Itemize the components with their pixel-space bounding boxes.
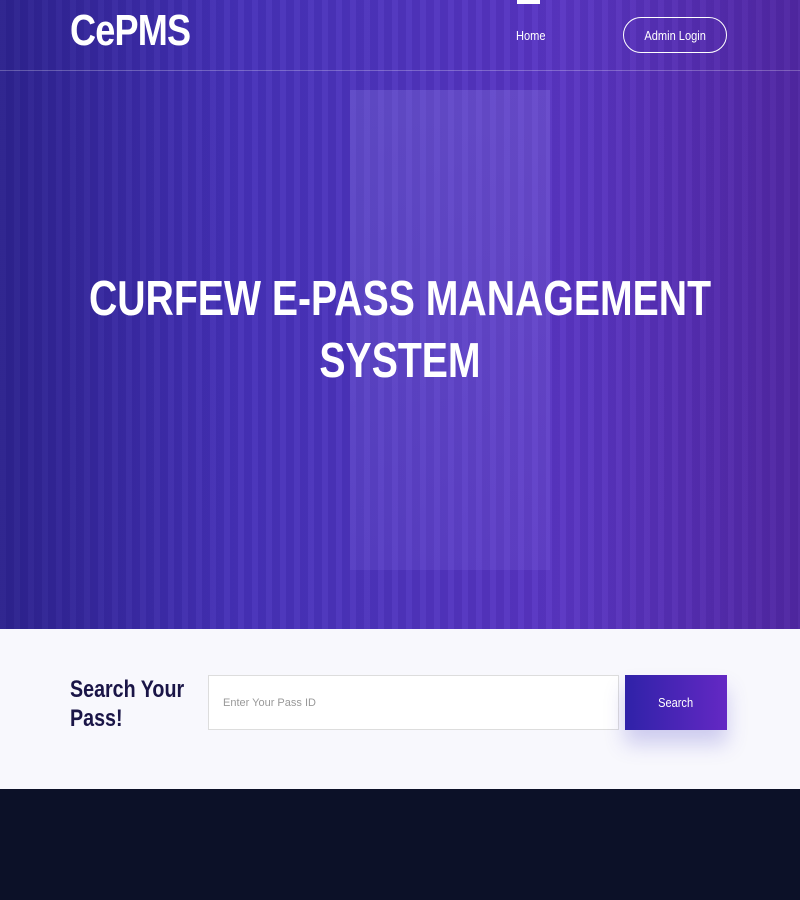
admin-login-label: Admin Login <box>644 27 706 43</box>
hero-section: CePMS Home Admin Login CURFEW E-PASS MAN… <box>0 0 800 629</box>
logo[interactable]: CePMS <box>70 6 191 56</box>
search-section: Search Your Pass! Search <box>0 629 800 789</box>
pass-id-input[interactable] <box>208 675 619 730</box>
search-button[interactable]: Search <box>625 675 727 730</box>
navbar: CePMS Home Admin Login <box>0 0 800 71</box>
footer <box>0 789 800 900</box>
nav-home-link[interactable]: Home <box>516 28 545 43</box>
page-title: CURFEW E-PASS MANAGEMENT SYSTEM <box>88 272 712 388</box>
search-heading: Search Your Pass! <box>70 676 185 732</box>
search-button-label: Search <box>658 695 694 710</box>
active-nav-indicator <box>517 0 540 4</box>
admin-login-button[interactable]: Admin Login <box>623 17 727 53</box>
